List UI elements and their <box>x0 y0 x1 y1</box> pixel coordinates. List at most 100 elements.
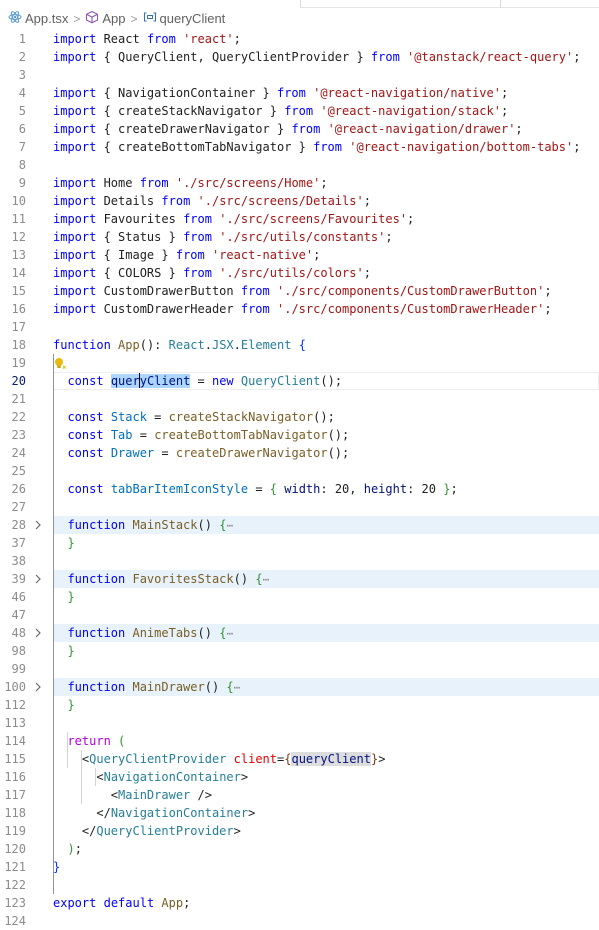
code-line[interactable]: 14 import { COLORS } from './src/utils/co… <box>0 264 599 282</box>
code-text: export default App; <box>53 896 191 910</box>
line-number: 28 <box>11 518 26 532</box>
line-number: 38 <box>11 554 26 568</box>
code-line[interactable]: 39 function FavoritesStack() {⋯ <box>0 570 599 588</box>
line-number: 13 <box>11 248 26 262</box>
line-number: 4 <box>18 86 26 100</box>
code-line[interactable]: 25 <box>0 462 599 480</box>
code-line[interactable]: 26 const tabBarItemIconStyle = { width: … <box>0 480 599 498</box>
code-line[interactable]: 1 import React from 'react'; <box>0 30 599 48</box>
code-line[interactable]: 2 import { QueryClient, QueryClientProvid… <box>0 48 599 66</box>
code-text: ); <box>67 842 82 856</box>
code-line[interactable]: 7 import { createBottomTabNavigator } fro… <box>0 138 599 156</box>
line-number: 98 <box>11 644 26 658</box>
code-line[interactable]: 23 const Tab = createBottomTabNavigator(… <box>0 426 599 444</box>
code-line[interactable]: 5 import { createStackNavigator } from '@… <box>0 102 599 120</box>
line-number: 12 <box>11 230 26 244</box>
code-text: } <box>67 698 75 712</box>
code-line[interactable]: 13 import { Image } from 'react-native'; <box>0 246 599 264</box>
code-line[interactable]: 114 return ( <box>0 732 599 750</box>
code-line[interactable]: 118 </NavigationContainer> <box>0 804 599 822</box>
line-number: 118 <box>4 806 26 820</box>
chevron-right-icon[interactable] <box>34 624 44 642</box>
code-text: import { createDrawerNavigator } from '@… <box>53 122 523 136</box>
code-line[interactable]: 119 </QueryClientProvider> <box>0 822 599 840</box>
code-line[interactable]: 122 <box>0 876 599 894</box>
breadcrumb-symbol-app[interactable]: App <box>85 10 126 27</box>
code-line[interactable]: 3 <box>0 66 599 84</box>
breadcrumb-symbol-queryclient[interactable]: queryClient <box>143 10 225 27</box>
line-number: 23 <box>11 428 26 442</box>
code-line[interactable]: 8 <box>0 156 599 174</box>
code-line[interactable]: 115 <QueryClientProvider client={queryCl… <box>0 750 599 768</box>
code-line[interactable]: 121} <box>0 858 599 876</box>
code-line[interactable]: 24 const Drawer = createDrawerNavigator(… <box>0 444 599 462</box>
chevron-right-icon[interactable] <box>34 570 44 588</box>
code-line[interactable]: 113 <box>0 714 599 732</box>
code-line[interactable]: 37 } <box>0 534 599 552</box>
lightbulb-icon[interactable] <box>53 356 66 370</box>
code-line[interactable]: 19 <box>0 354 599 372</box>
line-number: 117 <box>4 788 26 802</box>
line-number: 5 <box>18 104 26 118</box>
code-text: import { Status } from './src/utils/cons… <box>53 230 393 244</box>
code-line[interactable]: 9 import Home from './src/screens/Home'; <box>0 174 599 192</box>
line-number: 121 <box>4 860 26 874</box>
code-line[interactable]: 15 import CustomDrawerButton from './src/… <box>0 282 599 300</box>
code-line[interactable]: 116 <NavigationContainer> <box>0 768 599 786</box>
line-number: 15 <box>11 284 26 298</box>
line-number: 2 <box>18 50 26 64</box>
code-line[interactable]: 11 import Favourites from './src/screens/… <box>0 210 599 228</box>
code-line[interactable]: 4 import { NavigationContainer } from '@r… <box>0 84 599 102</box>
code-line[interactable]: 20 const queryClient = new QueryClient()… <box>0 372 599 390</box>
code-line[interactable]: 28 function MainStack() {⋯ <box>0 516 599 534</box>
line-number: 26 <box>11 482 26 496</box>
chevron-right-icon[interactable] <box>34 678 44 696</box>
line-number: 20 <box>11 374 26 388</box>
code-text: const Stack = createStackNavigator(); <box>67 410 335 424</box>
line-number: 48 <box>11 626 26 640</box>
code-line[interactable]: 18 function App(): React.JSX.Element { <box>0 336 599 354</box>
code-line[interactable]: 6 import { createDrawerNavigator } from '… <box>0 120 599 138</box>
chevron-right-icon[interactable] <box>34 516 44 534</box>
code-line[interactable]: 123 export default App; <box>0 894 599 912</box>
indent-guide <box>81 750 82 804</box>
code-line[interactable]: 47 <box>0 606 599 624</box>
tab-strip-edge <box>300 0 501 8</box>
code-line[interactable]: 16 import CustomDrawerHeader from './src/… <box>0 300 599 318</box>
code-line[interactable]: 117 <MainDrawer /> <box>0 786 599 804</box>
code-line[interactable]: 100 function MainDrawer() {⋯ <box>0 678 599 696</box>
line-number: 10 <box>11 194 26 208</box>
code-line[interactable]: 21 <box>0 390 599 408</box>
code-line[interactable]: 99 <box>0 660 599 678</box>
code-line[interactable]: 10 import Details from './src/screens/Det… <box>0 192 599 210</box>
code-line[interactable]: 27 <box>0 498 599 516</box>
code-text: <MainDrawer /> <box>110 788 212 802</box>
code-line[interactable]: 12 import { Status } from './src/utils/co… <box>0 228 599 246</box>
code-text: </QueryClientProvider> <box>81 824 241 838</box>
code-line[interactable]: 98 } <box>0 642 599 660</box>
code-line[interactable]: 46 } <box>0 588 599 606</box>
code-line[interactable]: 112 } <box>0 696 599 714</box>
line-number: 47 <box>11 608 26 622</box>
code-text: import { QueryClient, QueryClientProvide… <box>53 50 581 64</box>
code-text: import CustomDrawerButton from './src/co… <box>53 284 552 298</box>
line-number: 9 <box>18 176 26 190</box>
code-line[interactable]: 124 <box>0 912 599 930</box>
line-number: 17 <box>11 320 26 334</box>
line-number: 37 <box>11 536 26 550</box>
code-text: import { COLORS } from './src/utils/colo… <box>53 266 371 280</box>
code-line[interactable]: 120 ); <box>0 840 599 858</box>
code-line[interactable]: 38 <box>0 552 599 570</box>
code-line[interactable]: 48 function AnimeTabs() {⋯ <box>0 624 599 642</box>
code-line[interactable]: 17 <box>0 318 599 336</box>
breadcrumb-file[interactable]: App.tsx <box>8 10 68 27</box>
code-line[interactable]: 22 const Stack = createStackNavigator(); <box>0 408 599 426</box>
code-text: </NavigationContainer> <box>96 806 256 820</box>
code-editor[interactable]: 1 import React from 'react'; 2 import { Que… <box>0 30 599 928</box>
code-text: const Tab = createBottomTabNavigator(); <box>67 428 350 442</box>
variable-icon <box>143 10 157 27</box>
code-text: <NavigationContainer> <box>96 770 249 784</box>
